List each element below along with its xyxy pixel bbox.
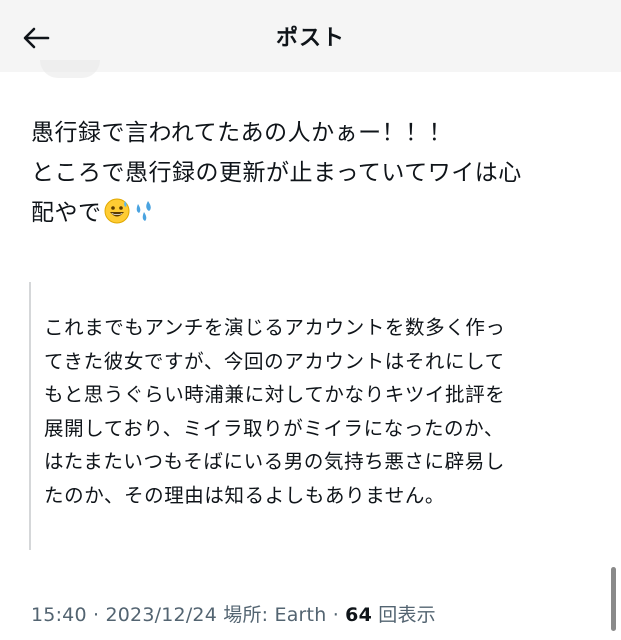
quote-text: これまでもアンチを演じるアカウントを数多く作っ てきた彼女ですが、今回のアカウン… <box>44 316 506 507</box>
page-title: ポスト <box>275 26 345 51</box>
sweat-droplets-emoji <box>132 197 158 237</box>
meta-separator: · <box>326 604 346 626</box>
post-meta: 15:40 · 2023/12/24 場所: Earth · 64 回表示 <box>31 600 436 627</box>
post-time[interactable]: 15:40 <box>31 604 87 626</box>
avatar <box>40 60 100 78</box>
view-suffix: 回表示 <box>378 604 436 626</box>
scrollbar[interactable] <box>611 567 616 631</box>
post-location[interactable]: Earth <box>275 604 327 626</box>
quote-bar <box>29 282 31 550</box>
meta-separator: · <box>86 604 106 626</box>
location-prefix: 場所: <box>223 604 275 626</box>
post-text-container: 愚行録で言われてたあの人かぁー！！！ ところで愚行録の更新が止まっていてワイは心… <box>31 113 601 237</box>
post-date[interactable]: 2023/12/24 <box>105 604 217 626</box>
grinning-sweat-emoji <box>104 197 130 237</box>
view-count: 64 <box>345 604 373 626</box>
